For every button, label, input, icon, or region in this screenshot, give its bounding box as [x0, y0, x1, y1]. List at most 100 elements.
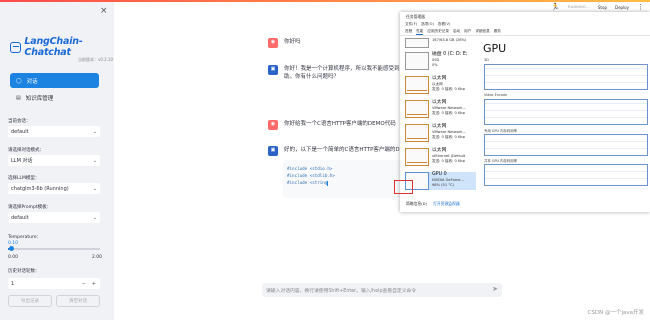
close-icon[interactable]: × — [100, 6, 108, 16]
top-toolbar: 🏃 RUNNING... Stop Deploy ⋮ — [551, 3, 644, 11]
resource-thumbnail — [405, 100, 429, 118]
graph-label-video-encode: Video Encode — [484, 93, 508, 97]
resource-item-ethernet[interactable]: 以太网 以太网 发送: 0 接收: 0 Kbp — [405, 76, 476, 94]
sidebar-item-label: 知识库管理 — [25, 96, 54, 102]
chat-logo-icon — [10, 41, 22, 53]
sidebar-item-label: 对话 — [26, 78, 38, 85]
export-button[interactable]: 导出记录 — [8, 295, 52, 307]
resource-thumbnail — [405, 52, 429, 70]
graph-dedicated-memory — [484, 134, 648, 156]
conversation-select[interactable]: default ⌄ — [8, 126, 100, 137]
plus-button[interactable]: + — [92, 281, 96, 287]
message-text-line2: 助。你有什么问题吗？ — [284, 74, 340, 81]
code-block: #include <stdio.h> #include <stdlib.h> #… — [283, 160, 403, 198]
menu-view[interactable]: 查看(V) — [438, 22, 450, 27]
code-line: #include <stdlib.h> — [287, 173, 335, 179]
resource-list: 167/63.8 GB (26%) 磁盘 0 (C: D: E: SSD 0% … — [405, 38, 476, 206]
task-manager-tabs: 进程 性能 应用历史记录 启动 用户 详细信息 服务 — [400, 28, 650, 36]
gpu-panel: GPU 3D Video Encode 专用 GPU 内存利用率 共享 GPU … — [480, 38, 650, 208]
task-manager-title: 任务管理器 — [400, 12, 650, 21]
minus-button[interactable]: − — [82, 281, 86, 287]
history-value: 1 — [11, 280, 15, 287]
conversation-value: default — [11, 128, 29, 135]
menu-file[interactable]: 文件(F) — [405, 22, 417, 27]
task-manager-window: 任务管理器 文件(F) 选项(O) 查看(V) 进程 性能 应用历史记录 启动 … — [400, 12, 650, 212]
tab-details[interactable]: 详细信息 — [475, 29, 489, 34]
running-man-icon: 🏃 — [551, 3, 560, 11]
code-line: #include <stdio.h> — [287, 166, 333, 171]
message-text: 好的，以下是一个简单的C语言HTTP客户端的DEMO — [284, 147, 413, 153]
prompt-template-label: 请选择Prompt模板： — [8, 205, 52, 210]
llm-model-label: 选择LLM模型： — [8, 176, 40, 181]
resource-detail: 167/63.8 GB (26%) — [432, 38, 467, 42]
highlight-box — [394, 180, 413, 194]
resource-item-memory[interactable]: 167/63.8 GB (26%) — [405, 38, 476, 48]
mode-value: LLM 对话 — [11, 158, 33, 164]
database-icon: ▤ — [16, 95, 21, 101]
history-stepper[interactable]: 1 − + — [8, 278, 100, 289]
resource-extra: 发送: 0 接收: 0 Kbp — [432, 110, 465, 115]
menu-icon[interactable]: ⋮ — [637, 3, 644, 11]
resource-monitor-link[interactable]: 打开资源监视器 — [433, 201, 460, 207]
resource-thumbnail — [405, 38, 429, 48]
graph-label-dedicated-memory: 专用 GPU 内存利用率 — [484, 129, 518, 133]
prompt-template-value: default — [11, 214, 29, 221]
resource-extra: 发送: 0 接收: 0 Kbp — [432, 86, 465, 91]
resource-thumbnail — [405, 76, 429, 94]
tab-app-history[interactable]: 应用历史记录 — [427, 29, 449, 34]
chevron-down-icon: ⌄ — [92, 157, 97, 164]
logo-text: LangChain-Chatchat — [24, 36, 83, 58]
code-line: #include <string — [287, 180, 328, 186]
message-text: 你好吗 — [284, 39, 301, 45]
text-cursor — [327, 180, 329, 186]
chat-message-assistant: ▣ 好的，以下是一个简单的C语言HTTP客户端的DEMO — [268, 146, 412, 156]
message-text: 你好！我是一个计算机程序，所以我不能感受到身体 — [284, 66, 411, 72]
bot-avatar-icon: ▣ — [268, 146, 278, 156]
resource-item-ethernet[interactable]: 以太网 VMware Network... 发送: 0 接收: 0 Kbp — [405, 100, 476, 118]
temperature-slider[interactable] — [8, 248, 100, 250]
chevron-down-icon: ⌄ — [92, 185, 97, 192]
bot-avatar-icon: ▣ — [268, 65, 278, 75]
running-status: RUNNING... — [567, 5, 590, 9]
send-icon[interactable]: ➤ — [492, 285, 498, 293]
task-manager-menu: 文件(F) 选项(O) 查看(V) — [400, 21, 650, 28]
chat-input-placeholder: 请输入对话内容，换行请使用Shift+Enter。输入/help查看自定义命令 — [266, 288, 417, 294]
clear-button[interactable]: 清空对话 — [56, 295, 100, 307]
chevron-down-icon: ⌄ — [92, 214, 97, 221]
resource-extra: 0% — [432, 62, 438, 67]
chat-icon: ◯ — [16, 77, 22, 84]
llm-model-select[interactable]: chatglm3-6b (Running) ⌄ — [8, 183, 100, 194]
fewer-details-button[interactable]: 简略信息(D) — [406, 201, 427, 207]
user-avatar-icon: ◉ — [268, 120, 278, 130]
tab-services[interactable]: 服务 — [494, 29, 501, 34]
tab-users[interactable]: 用户 — [464, 29, 471, 34]
sidebar-item-chat[interactable]: ◯ 对话 — [10, 73, 99, 88]
graph-label-shared-memory: 共享 GPU 内存利用率 — [484, 159, 518, 163]
resource-item-ethernet[interactable]: 以太网 VMware Network... 发送: 0 接收: 0 Kbp — [405, 124, 476, 142]
user-avatar-icon: ◉ — [268, 38, 278, 48]
resource-item-disk[interactable]: 磁盘 0 (C: D: E: SSD 0% — [405, 52, 476, 70]
llm-model-value: chatglm3-6b (Running) — [11, 185, 69, 192]
slider-handle[interactable] — [9, 246, 14, 251]
prompt-template-select[interactable]: default ⌄ — [8, 212, 100, 223]
resource-extra: 发送: 0 接收: 0 Kbp — [432, 134, 465, 139]
app-logo: LangChain-Chatchat — [10, 36, 114, 58]
resource-item-ethernet[interactable]: 以太网 vEthernet (Default 发送: 0 接收: 0 Kbp — [405, 148, 476, 166]
chat-message-user: ◉ 你好吗 — [268, 38, 301, 48]
graph-label-3d: 3D — [484, 58, 489, 62]
sidebar-item-knowledge-base[interactable]: ▤ 知识库管理 — [10, 92, 99, 104]
stop-button[interactable]: Stop — [598, 5, 607, 10]
history-label: 历史对话轮数： — [8, 269, 40, 274]
tab-startup[interactable]: 启动 — [453, 29, 460, 34]
graph-video-encode — [484, 99, 648, 125]
tab-processes[interactable]: 进程 — [405, 29, 412, 34]
chat-input[interactable]: 请输入对话内容，换行请使用Shift+Enter。输入/help查看自定义命令 … — [262, 283, 502, 297]
graph-shared-memory — [484, 164, 648, 186]
tab-performance[interactable]: 性能 — [416, 29, 424, 35]
mode-select[interactable]: LLM 对话 ⌄ — [8, 155, 100, 166]
watermark: CSDN @一个java开发 — [587, 310, 644, 316]
menu-options[interactable]: 选项(O) — [421, 22, 434, 27]
deploy-button[interactable]: Deploy — [615, 5, 629, 10]
resource-item-gpu[interactable]: GPU 0 NVIDIA GeForce... 98% (51 °C) — [405, 172, 476, 190]
chat-message-user: ◉ 你好给我一个C语言HTTP客户端的DEMO代码 — [268, 120, 396, 130]
